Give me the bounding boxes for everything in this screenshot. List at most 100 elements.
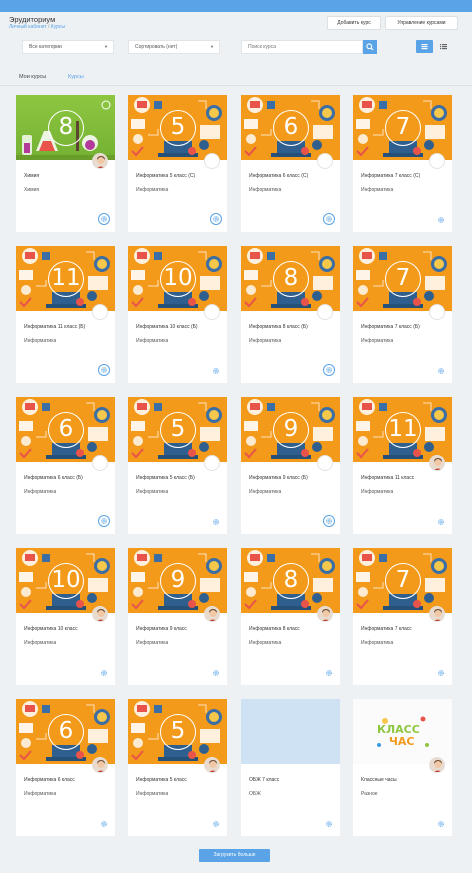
course-thumbnail[interactable]: 9	[241, 397, 340, 462]
course-subject: Информатика	[249, 489, 282, 495]
course-thumbnail[interactable]	[241, 699, 340, 764]
course-thumbnail[interactable]: 10	[16, 548, 115, 613]
course-card[interactable]: 9 Информатика 9 класс (Б) Информатика	[241, 397, 340, 534]
course-settings-button[interactable]	[323, 364, 335, 376]
course-thumbnail[interactable]: 7	[353, 95, 452, 160]
course-settings-button[interactable]	[324, 819, 333, 828]
course-thumbnail[interactable]: 6	[241, 95, 340, 160]
course-card[interactable]: 5 Информатика 5 класс Информатика	[128, 699, 227, 836]
category-select[interactable]: Все категории ▼	[22, 40, 114, 54]
course-card[interactable]: 8 Химия Химия	[16, 95, 115, 232]
course-title[interactable]: Информатика 5 класс (С)	[136, 173, 195, 179]
course-title[interactable]: Информатика 7 класс (Б)	[361, 324, 420, 330]
course-card[interactable]: 7 Информатика 7 класс Информатика	[353, 548, 452, 685]
course-card[interactable]: 5 Информатика 5 класс (Б) Информатика	[128, 397, 227, 534]
course-thumbnail[interactable]: 9	[128, 548, 227, 613]
course-card[interactable]: 8 Информатика 8 класс Информатика	[241, 548, 340, 685]
add-course-button[interactable]: Добавить курс	[327, 16, 381, 30]
course-settings-button[interactable]	[436, 668, 445, 677]
list-view-button[interactable]	[435, 40, 452, 53]
course-card[interactable]: 6 Информатика 6 класс Информатика	[16, 699, 115, 836]
course-card[interactable]: 10 Информатика 10 класс Информатика	[16, 548, 115, 685]
course-title[interactable]: Информатика 6 класс	[24, 777, 75, 783]
course-card[interactable]: 11 Информатика 11 класс (Б) Информатика	[16, 246, 115, 383]
course-title[interactable]: Информатика 6 класс (С)	[249, 173, 308, 179]
course-card[interactable]: 9 Информатика 9 класс Информатика	[128, 548, 227, 685]
search-button[interactable]	[363, 40, 377, 54]
course-settings-button[interactable]	[99, 668, 108, 677]
course-title[interactable]: Информатика 6 класс (Б)	[24, 475, 83, 481]
course-settings-button[interactable]	[99, 819, 108, 828]
load-more-button[interactable]: Загрузить больше	[199, 849, 270, 862]
course-settings-button[interactable]	[324, 668, 333, 677]
course-card[interactable]: 7 Информатика 7 класс (С) Информатика	[353, 95, 452, 232]
course-card[interactable]: КЛАСС ЧАС Классные часы Разное	[353, 699, 452, 836]
course-settings-button[interactable]	[436, 517, 445, 526]
grid-view-button[interactable]	[416, 40, 433, 53]
breadcrumb-separator: /	[48, 24, 50, 30]
course-title[interactable]: Химия	[24, 173, 39, 179]
course-settings-button[interactable]	[323, 515, 335, 527]
course-card[interactable]: 5 Информатика 5 класс (С) Информатика	[128, 95, 227, 232]
course-thumbnail[interactable]: 5	[128, 699, 227, 764]
course-card[interactable]: 6 Информатика 6 класс (С) Информатика	[241, 95, 340, 232]
course-title[interactable]: Информатика 8 класс (Б)	[249, 324, 308, 330]
course-title[interactable]: Информатика 10 класс	[24, 626, 78, 632]
course-card[interactable]: 7 Информатика 7 класс (Б) Информатика	[353, 246, 452, 383]
search-input[interactable]	[241, 40, 363, 54]
course-settings-button[interactable]	[211, 668, 220, 677]
course-subject: Информатика	[136, 187, 169, 193]
course-thumbnail[interactable]: 8	[241, 246, 340, 311]
course-thumbnail[interactable]: 5	[128, 397, 227, 462]
course-title[interactable]: ОБЖ 7 класс	[249, 777, 279, 783]
tab-courses[interactable]: Курсы	[68, 74, 84, 80]
course-settings-button[interactable]	[436, 819, 445, 828]
course-thumbnail[interactable]: 6	[16, 397, 115, 462]
course-title[interactable]: Информатика 11 класс (Б)	[24, 324, 85, 330]
course-title[interactable]: Классные часы	[361, 777, 397, 783]
course-settings-button[interactable]	[98, 364, 110, 376]
manage-courses-button[interactable]: Управление курсами	[385, 16, 458, 30]
course-subject: ОБЖ	[249, 791, 261, 797]
course-thumbnail[interactable]: 7	[353, 246, 452, 311]
course-settings-button[interactable]	[210, 213, 222, 225]
course-title[interactable]: Информатика 5 класс (Б)	[136, 475, 195, 481]
course-title[interactable]: Информатика 9 класс (Б)	[249, 475, 308, 481]
course-settings-button[interactable]	[98, 515, 110, 527]
course-card[interactable]: 10 Информатика 10 класс (Б) Информатика	[128, 246, 227, 383]
course-card[interactable]: 8 Информатика 8 класс (Б) Информатика	[241, 246, 340, 383]
course-thumbnail[interactable]: 6	[16, 699, 115, 764]
course-settings-button[interactable]	[323, 213, 335, 225]
tab-my-courses[interactable]: Мои курсы	[19, 74, 46, 80]
course-settings-button[interactable]	[436, 366, 445, 375]
breadcrumb-home-link[interactable]: Личный кабинет	[9, 24, 47, 30]
course-thumbnail[interactable]: 7	[353, 548, 452, 613]
course-settings-button[interactable]	[211, 819, 220, 828]
course-card[interactable]: 11 Информатика 11 класс Информатика	[353, 397, 452, 534]
sort-select[interactable]: Сортировать (нет) ▼	[128, 40, 220, 54]
course-title[interactable]: Информатика 11 класс	[361, 475, 414, 481]
course-title[interactable]: Информатика 5 класс	[136, 777, 187, 783]
course-subject: Информатика	[361, 338, 394, 344]
course-thumbnail[interactable]: 8	[16, 95, 115, 160]
course-title[interactable]: Информатика 10 класс (Б)	[136, 324, 198, 330]
course-title[interactable]: Информатика 8 класс	[249, 626, 300, 632]
course-thumbnail[interactable]: 8	[241, 548, 340, 613]
course-settings-button[interactable]	[98, 213, 110, 225]
course-title[interactable]: Информатика 7 класс	[361, 626, 412, 632]
grade-number: 11	[385, 412, 421, 448]
course-title[interactable]: Информатика 7 класс (С)	[361, 173, 420, 179]
course-thumbnail[interactable]: 10	[128, 246, 227, 311]
grade-number: 10	[160, 261, 196, 297]
course-thumbnail[interactable]: КЛАСС ЧАС	[353, 699, 452, 764]
course-subject: Химия	[24, 187, 40, 193]
course-thumbnail[interactable]: 11	[353, 397, 452, 462]
course-title[interactable]: Информатика 9 класс	[136, 626, 187, 632]
course-settings-button[interactable]	[211, 517, 220, 526]
course-thumbnail[interactable]: 11	[16, 246, 115, 311]
course-card[interactable]: ОБЖ 7 класс ОБЖ	[241, 699, 340, 836]
course-thumbnail[interactable]: 5	[128, 95, 227, 160]
course-card[interactable]: 6 Информатика 6 класс (Б) Информатика	[16, 397, 115, 534]
course-settings-button[interactable]	[211, 366, 220, 375]
course-settings-button[interactable]	[436, 215, 445, 224]
